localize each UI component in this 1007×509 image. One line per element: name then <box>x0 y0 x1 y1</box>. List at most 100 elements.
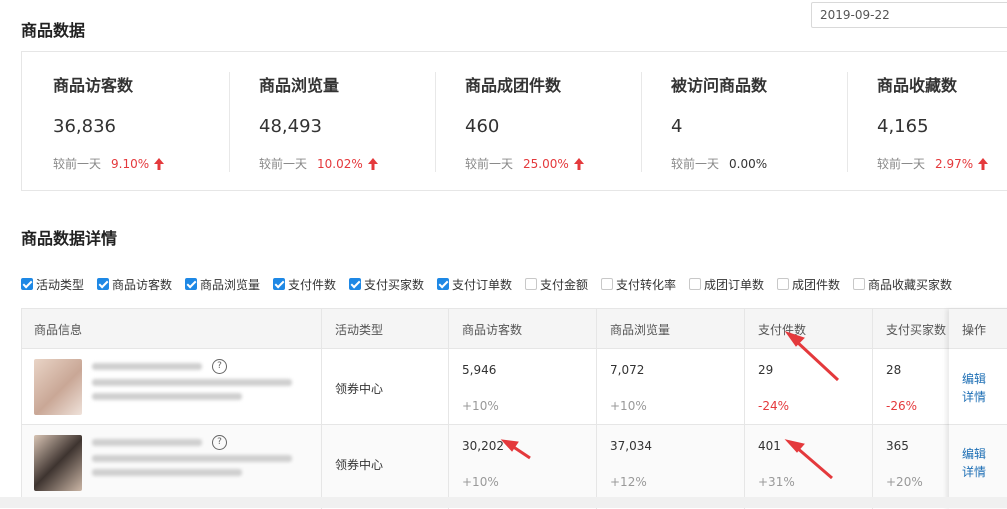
cell-visitors-change: +10% <box>462 399 499 413</box>
cell-pay-items: 29 <box>758 363 774 377</box>
column-divider <box>872 309 873 509</box>
arrow-up-icon <box>367 158 378 173</box>
stat-pct: 25.00% <box>523 157 569 171</box>
th-product-info: 商品信息 <box>34 323 83 337</box>
product-desc-blurred <box>92 455 292 462</box>
cell-visitors: 30,202 <box>462 439 504 453</box>
edit-link[interactable]: 编辑 <box>962 445 986 463</box>
arrow-up-icon <box>154 158 165 173</box>
cell-activity: 领券中心 <box>335 458 384 472</box>
detail-link[interactable]: 详情 <box>962 463 986 481</box>
date-picker-input[interactable]: 2019-09-22 <box>811 2 1007 28</box>
checkbox-icon[interactable] <box>273 278 285 290</box>
product-detail-table: 商品信息 活动类型 商品访客数 商品浏览量 支付件数 支付买家数 ? 领券中心 … <box>21 308 1007 509</box>
checkbox-buyers[interactable]: 支付买家数 <box>349 276 424 292</box>
stat-compare: 较前一天 2.97% <box>877 155 989 173</box>
stat-favorites: 商品收藏数 4,165 较前一天 2.97% <box>877 52 1007 190</box>
arrow-up-icon <box>573 158 584 173</box>
checkbox-orders[interactable]: 支付订单数 <box>437 276 512 292</box>
checkbox-activity-type[interactable]: 活动类型 <box>21 276 84 292</box>
arrow-up-icon <box>978 158 989 173</box>
stat-group-items: 商品成团件数 460 较前一天 25.00% <box>465 52 665 190</box>
checkbox-icon[interactable] <box>853 278 865 290</box>
checkbox-icon[interactable] <box>349 278 361 290</box>
cell-views: 7,072 <box>610 363 645 377</box>
column-divider <box>596 309 597 509</box>
stat-label: 被访问商品数 <box>671 76 768 95</box>
checkbox-icon[interactable] <box>185 278 197 290</box>
cell-buyers-change: +20% <box>886 475 923 489</box>
stat-visited-products: 被访问商品数 4 较前一天 0.00% <box>671 52 871 190</box>
section-title-product-detail: 商品数据详情 <box>21 229 118 248</box>
stat-value: 4,165 <box>877 116 929 137</box>
th-pay-items: 支付件数 <box>758 323 807 337</box>
checkbox-fav-buyers[interactable]: 商品收藏买家数 <box>853 276 952 292</box>
stat-value: 36,836 <box>53 116 116 137</box>
edit-link[interactable]: 编辑 <box>962 370 986 388</box>
checkbox-views[interactable]: 商品浏览量 <box>185 276 260 292</box>
divider <box>641 72 642 172</box>
checkbox-icon[interactable] <box>525 278 537 290</box>
stat-pct: 2.97% <box>935 157 974 171</box>
cell-views: 37,034 <box>610 439 652 453</box>
stat-value: 48,493 <box>259 116 322 137</box>
product-thumbnail <box>34 435 82 491</box>
th-visitors: 商品访客数 <box>462 323 523 337</box>
column-divider <box>744 309 745 509</box>
stat-label: 商品收藏数 <box>877 76 958 95</box>
product-name-blurred <box>92 439 202 446</box>
table-row: ? 领券中心 5,946 +10% 7,072 +10% 29 -24% 28 … <box>22 349 1007 425</box>
question-circle-icon[interactable]: ? <box>212 435 227 450</box>
checkbox-icon[interactable] <box>689 278 701 290</box>
checkbox-icon[interactable] <box>21 278 33 290</box>
stat-compare: 较前一天 10.02% <box>259 155 378 173</box>
product-desc-blurred <box>92 379 292 386</box>
stat-label: 商品访客数 <box>53 76 134 95</box>
checkbox-icon[interactable] <box>601 278 613 290</box>
divider <box>229 72 230 172</box>
checkbox-pay-items[interactable]: 支付件数 <box>273 276 336 292</box>
cell-visitors-change: +10% <box>462 475 499 489</box>
stat-compare: 较前一天 9.10% <box>53 155 165 173</box>
table-header: 商品信息 活动类型 商品访客数 商品浏览量 支付件数 支付买家数 <box>22 309 1007 349</box>
checkbox-amount[interactable]: 支付金额 <box>525 276 588 292</box>
divider <box>435 72 436 172</box>
product-desc-blurred <box>92 469 242 476</box>
checkbox-group-items[interactable]: 成团件数 <box>777 276 840 292</box>
product-name-blurred <box>92 363 202 370</box>
checkbox-visitors[interactable]: 商品访客数 <box>97 276 172 292</box>
stat-value: 460 <box>465 116 500 137</box>
cell-activity: 领券中心 <box>335 382 384 396</box>
th-activity-type: 活动类型 <box>335 323 384 337</box>
stats-panel: 商品访客数 36,836 较前一天 9.10% 商品浏览量 48,493 较前一天… <box>21 51 1007 191</box>
stat-visitors: 商品访客数 36,836 较前一天 9.10% <box>53 52 253 190</box>
operation-column: 操作 编辑 详情 编辑 详情 <box>949 309 1007 509</box>
stat-pct: 10.02% <box>317 157 363 171</box>
section-title-product-data: 商品数据 <box>21 21 86 40</box>
stat-compare: 较前一天 0.00% <box>671 157 768 171</box>
product-thumbnail <box>34 359 82 415</box>
detail-link[interactable]: 详情 <box>962 388 986 406</box>
checkbox-group-orders[interactable]: 成团订单数 <box>689 276 764 292</box>
column-divider <box>321 309 322 509</box>
stat-pct: 9.10% <box>111 157 150 171</box>
divider <box>847 72 848 172</box>
question-circle-icon[interactable]: ? <box>212 359 227 374</box>
product-desc-blurred <box>92 393 242 400</box>
cell-pay-items: 401 <box>758 439 781 453</box>
checkbox-icon[interactable] <box>777 278 789 290</box>
stat-label: 商品成团件数 <box>465 76 562 95</box>
checkbox-conversion[interactable]: 支付转化率 <box>601 276 676 292</box>
th-buyers: 支付买家数 <box>886 323 947 337</box>
stat-compare: 较前一天 25.00% <box>465 155 584 173</box>
stat-label: 商品浏览量 <box>259 76 340 95</box>
horizontal-scrollbar[interactable] <box>0 497 1007 508</box>
cell-visitors: 5,946 <box>462 363 497 377</box>
stat-pct: 0.00% <box>729 157 768 171</box>
cell-buyers-change: -26% <box>886 399 918 413</box>
checkbox-icon[interactable] <box>97 278 109 290</box>
stat-views: 商品浏览量 48,493 较前一天 10.02% <box>259 52 459 190</box>
checkbox-icon[interactable] <box>437 278 449 290</box>
th-views: 商品浏览量 <box>610 323 671 337</box>
cell-pay-items-change: -24% <box>758 399 790 413</box>
